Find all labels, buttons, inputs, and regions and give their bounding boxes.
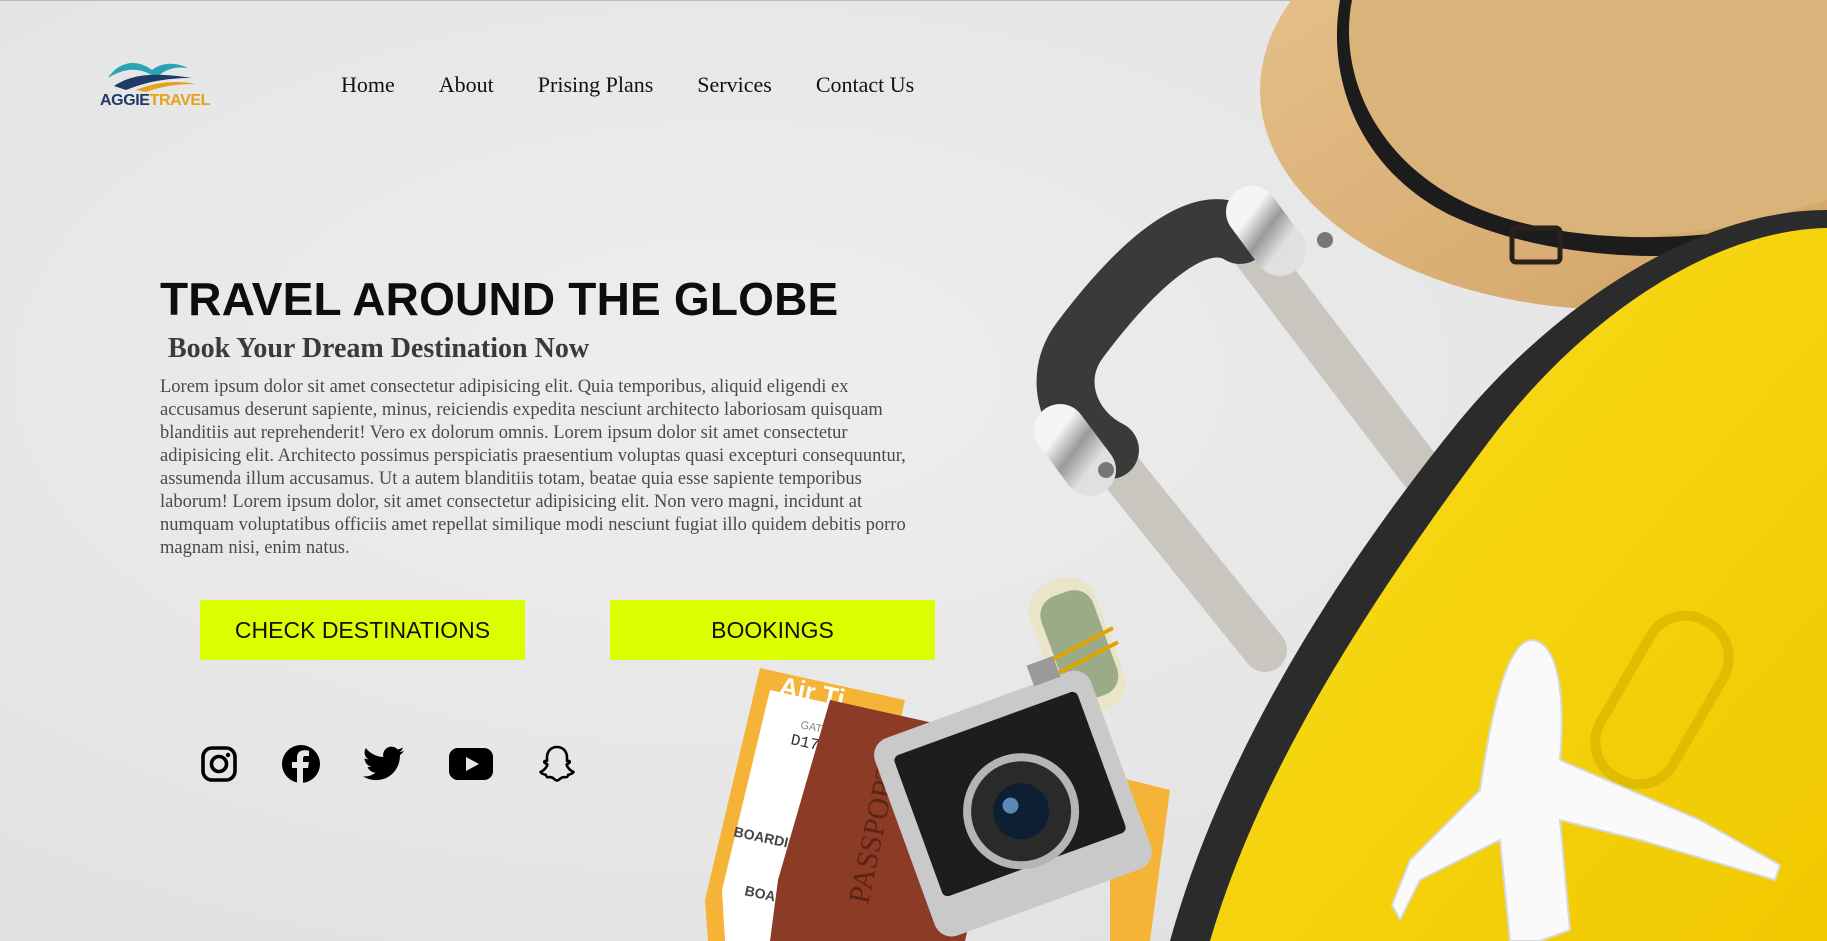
main-nav: Home About Prising Plans Services Contac… [341, 72, 958, 98]
nav-contact-link[interactable]: Contact Us [816, 72, 914, 98]
ticket-heading: Air Ti [777, 671, 848, 714]
money-roll [1028, 577, 1126, 716]
brand-logo[interactable]: AGGIETRAVEL [96, 56, 210, 116]
ticket-gate-label: GATE [799, 719, 830, 737]
ticket-gate-value: D17 [789, 731, 821, 755]
top-border [0, 0, 1827, 1]
hero-title: TRAVEL AROUND THE GLOBE [160, 273, 839, 325]
bookings-button[interactable]: BOOKINGS [610, 600, 935, 660]
camera [874, 656, 1152, 937]
boarding-tickets: Air Ti GATE D17 BOARDING BOAR [705, 668, 1170, 941]
logo-swoosh-icon [108, 63, 196, 92]
ticket-boarding-label: BOARDING [732, 823, 810, 855]
nav-home-link[interactable]: Home [341, 72, 395, 98]
check-destinations-button[interactable]: CHECK DESTINATIONS [200, 600, 525, 660]
instagram-icon[interactable] [197, 742, 241, 786]
logo-text: AGGIETRAVEL [100, 92, 210, 109]
nav-services-link[interactable]: Services [697, 72, 772, 98]
hero-subtitle: Book Your Dream Destination Now [168, 333, 590, 364]
nav-about-link[interactable]: About [439, 72, 494, 98]
hat-image [1260, 0, 1827, 310]
suitcase-image [1170, 210, 1827, 941]
nav-pricing-link[interactable]: Prising Plans [538, 72, 654, 98]
ticket-boarding-label-2: BOAR [743, 882, 787, 906]
suitcase-handle [1034, 186, 1442, 672]
hero-description: Lorem ipsum dolor sit amet consectetur a… [160, 377, 906, 558]
facebook-icon[interactable] [279, 742, 323, 786]
passport: PASSPORT [770, 700, 1010, 941]
airplane-model [1390, 638, 1782, 941]
passport-label: PASSPORT [843, 759, 905, 907]
snapchat-icon[interactable] [535, 742, 579, 786]
youtube-icon[interactable] [447, 742, 495, 786]
twitter-icon[interactable] [362, 742, 406, 786]
